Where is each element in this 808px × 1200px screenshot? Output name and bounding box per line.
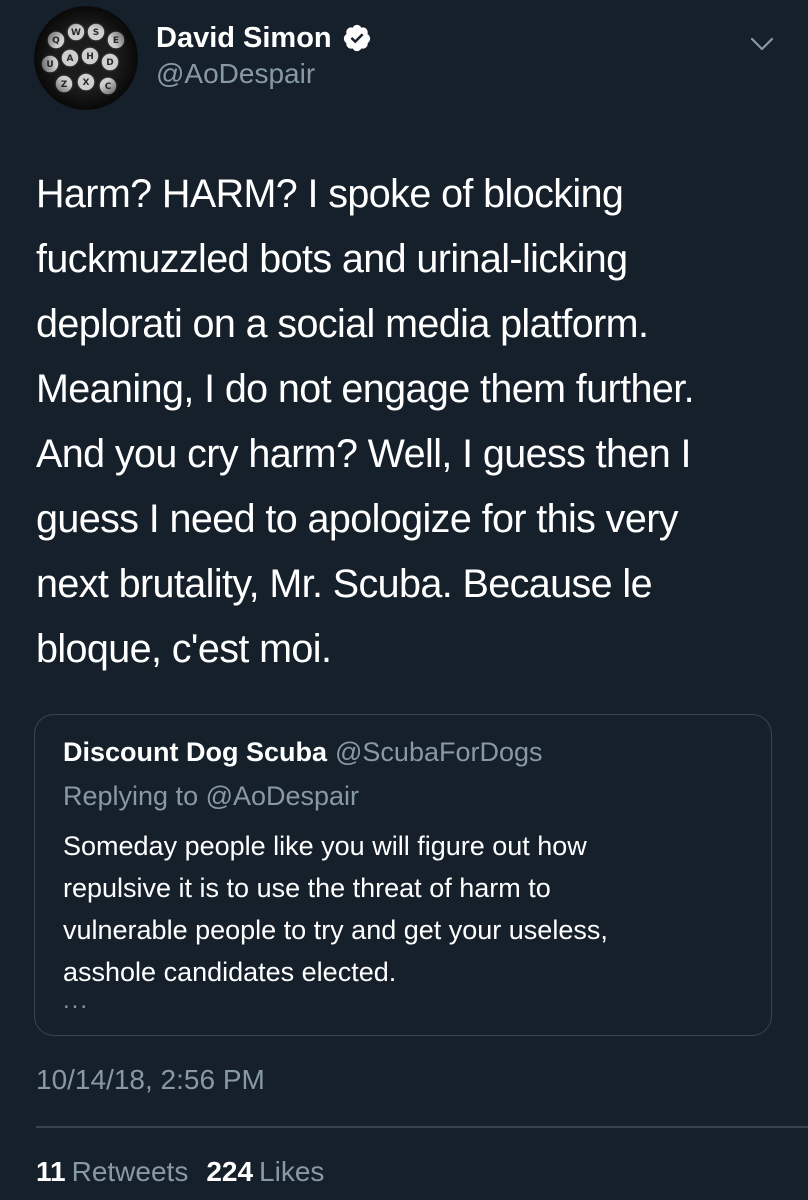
author-avatar[interactable]: Q W S E U A H D Z X C [34,6,138,110]
quoted-tweet-text: Someday people like you will figure out … [63,831,608,987]
stats-divider [36,1126,808,1128]
typewriter-keys-avatar-icon: Q W S E U A H D Z X C [34,6,138,110]
author-handle[interactable]: @AoDespair [156,58,315,90]
quoted-replying-to: Replying to @AoDespair [63,781,360,811]
likes-stat[interactable]: 224 Likes [206,1156,324,1187]
retweets-stat[interactable]: 11 Retweets [36,1156,188,1187]
likes-label: Likes [259,1156,325,1187]
tweet-timestamp[interactable]: 10/14/18, 2:56 PM [36,1064,265,1096]
quoted-tweet-ellipsis: ... [63,987,90,1014]
author-name-row[interactable]: David Simon [156,20,372,56]
chevron-down-icon[interactable] [748,30,776,58]
likes-count: 224 [206,1156,254,1187]
quoted-tweet-card[interactable]: Discount Dog Scuba @ScubaForDogs Replying… [34,714,772,1036]
retweets-count: 11 [36,1156,66,1187]
engagement-stats: 11 Retweets 224 Likes [36,1156,324,1188]
tweet-detail: Q W S E U A H D Z X C David Simon [0,0,808,1200]
quoted-author-name: Discount Dog Scuba [63,737,328,767]
retweets-label: Retweets [71,1156,189,1187]
verified-badge-icon [342,23,372,53]
author-name[interactable]: David Simon [156,22,332,55]
quoted-tweet-header: Discount Dog Scuba @ScubaForDogs [63,737,543,768]
tweet-text: Harm? HARM? I spoke of blocking fuckmuzz… [36,172,695,671]
quoted-author-handle: @ScubaForDogs [335,737,543,767]
